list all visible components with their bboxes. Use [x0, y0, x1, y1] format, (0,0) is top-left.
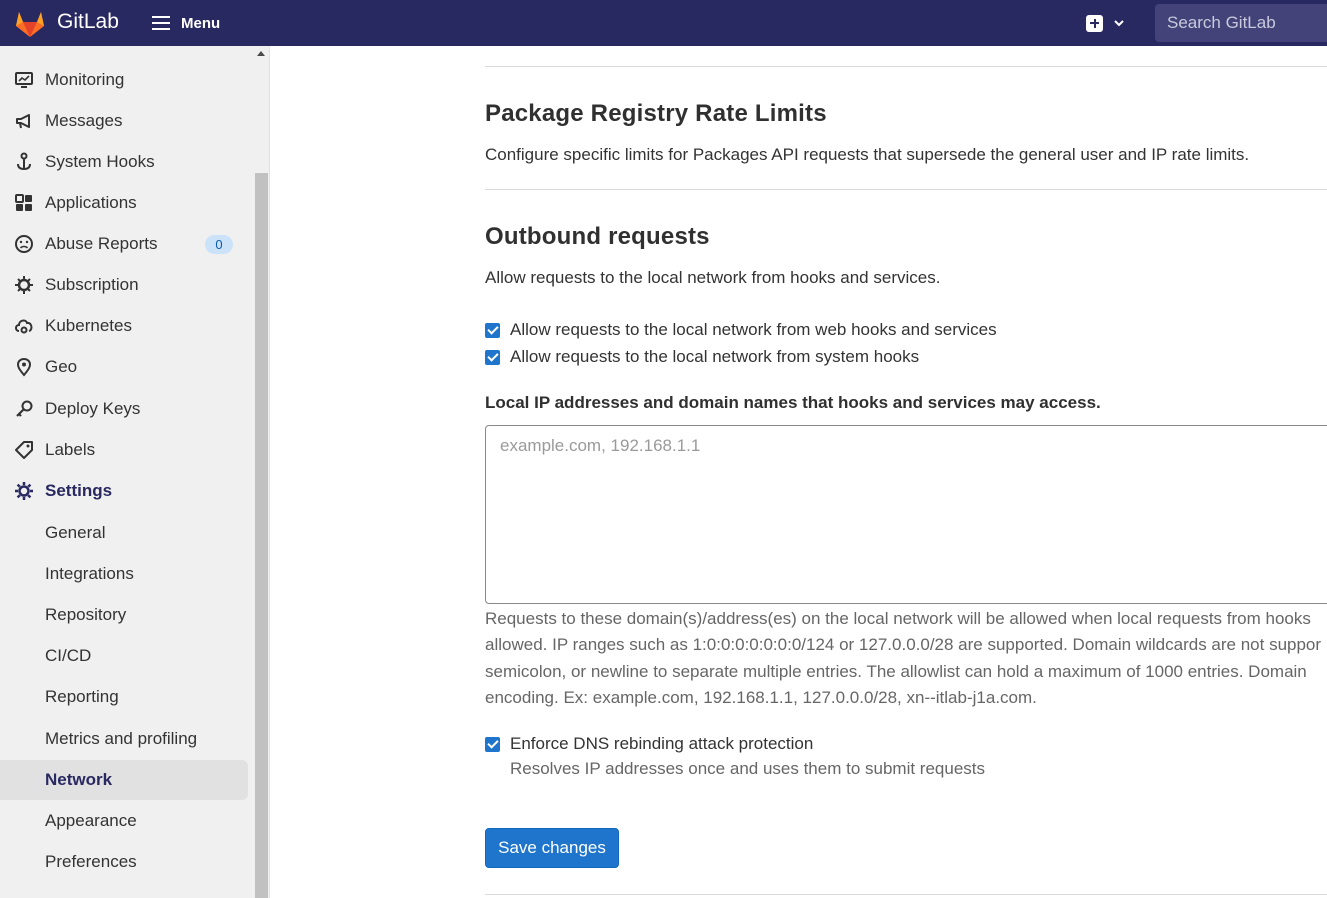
brand-name[interactable]: GitLab: [57, 10, 119, 34]
sidebar-subitem-ci-cd[interactable]: CI/CD: [0, 636, 248, 676]
sidebar-item-label: System Hooks: [45, 152, 155, 171]
allowlist-textarea[interactable]: example.com, 192.168.1.1: [485, 425, 1327, 604]
abuse-reports-count-badge: 0: [205, 235, 233, 254]
abuse-icon: [15, 235, 33, 253]
hook-icon: [17, 152, 31, 171]
package-registry-section-title[interactable]: Package Registry Rate Limits: [485, 100, 827, 128]
monitor-icon: [15, 72, 33, 88]
sidebar-item-label: Settings: [45, 481, 113, 500]
scroll-up-arrow-icon[interactable]: [257, 51, 265, 56]
sidebar-scrollbar[interactable]: [255, 173, 268, 898]
label-icon: [15, 441, 33, 459]
allow-web-hooks-local-requests-row: Allow requests to the local network from…: [485, 320, 997, 340]
section-divider: [485, 66, 1327, 67]
help-line: encoding. Ex: example.com, 192.168.1.1, …: [485, 687, 1037, 707]
sidebar-item-label: Messages: [45, 111, 123, 130]
sidebar-item-deploy-keys[interactable]: Deploy Keys: [0, 389, 248, 429]
help-line: Requests to these domain(s)/address(es) …: [485, 609, 1311, 628]
bullhorn-icon: [16, 114, 30, 129]
dns-rebinding-protection-checkbox[interactable]: [485, 736, 500, 752]
sidebar-subitem-network[interactable]: Network: [0, 760, 248, 800]
sidebar-subitem-preferences[interactable]: Preferences: [0, 842, 248, 882]
sidebar-subitem-label: Preferences: [45, 852, 137, 871]
section-divider: [485, 189, 1327, 190]
sidebar-subitem-label: CI/CD: [45, 646, 92, 665]
sidebar-subitem-label: Repository: [45, 605, 127, 624]
cloud-gear-icon: [15, 319, 33, 334]
sidebar-item-label: Subscription: [45, 275, 139, 294]
sidebar-item-abuse-reports[interactable]: Abuse Reports 0: [0, 224, 248, 264]
sidebar-item-label: Labels: [45, 440, 96, 459]
applications-icon: [15, 194, 32, 211]
sidebar-item-label: Geo: [45, 357, 78, 376]
dns-rebinding-protection-row: Enforce DNS rebinding attack protection: [485, 734, 813, 754]
sidebar-subitem-label: Reporting: [45, 687, 119, 706]
sidebar-item-kubernetes[interactable]: Kubernetes: [0, 306, 248, 346]
menu-button[interactable]: Menu: [152, 10, 220, 36]
search-input[interactable]: Search GitLab: [1155, 4, 1327, 42]
plus-square-icon: [1086, 14, 1103, 32]
chevron-down-icon: [1114, 20, 1124, 27]
sidebar-item-label: Applications: [45, 193, 137, 212]
settings-icon: [15, 482, 33, 500]
sidebar-subitem-reporting[interactable]: Reporting: [0, 677, 248, 717]
sidebar-subitem-label: General: [45, 523, 106, 542]
sidebar-subitem-integrations[interactable]: Integrations: [0, 554, 248, 594]
save-changes-button[interactable]: Save changes: [485, 828, 619, 868]
dns-rebinding-help-text: Resolves IP addresses once and uses them…: [510, 759, 985, 778]
sidebar-item-system-hooks[interactable]: System Hooks: [0, 142, 248, 182]
sidebar-item-label: Monitoring: [45, 70, 125, 89]
allow-system-hooks-local-requests-row: Allow requests to the local network from…: [485, 347, 919, 367]
hamburger-icon: [152, 16, 170, 30]
package-registry-description: Configure specific limits for Packages A…: [485, 145, 1250, 164]
sidebar-subitem-label: Appearance: [45, 811, 137, 830]
sidebar-item-settings[interactable]: Settings: [0, 471, 248, 511]
sidebar-item-label: Deploy Keys: [45, 399, 141, 418]
outbound-requests-description: Allow requests to the local network from…: [485, 268, 941, 287]
sidebar-item-messages[interactable]: Messages: [0, 101, 248, 141]
sidebar-subitem-metrics-and-profiling[interactable]: Metrics and profiling: [0, 719, 248, 759]
help-line: semicolon, or newline to separate multip…: [485, 661, 1307, 681]
new-item-dropdown-button[interactable]: [1086, 11, 1132, 35]
checkbox-label[interactable]: Allow requests to the local network from…: [510, 320, 997, 340]
gitlab-logo-icon[interactable]: [14, 8, 46, 38]
subscription-icon: [15, 276, 33, 294]
checkbox-label[interactable]: Enforce DNS rebinding attack protection: [510, 734, 813, 754]
sidebar: Monitoring Messages System Hooks Applica…: [0, 46, 270, 898]
sidebar-subitem-label: Integrations: [45, 564, 134, 583]
sidebar-subitem-repository[interactable]: Repository: [0, 595, 248, 635]
sidebar-item-monitoring[interactable]: Monitoring: [0, 60, 248, 100]
sidebar-item-label: Abuse Reports: [45, 234, 158, 253]
allow-web-hooks-local-requests-checkbox[interactable]: [485, 322, 500, 338]
help-line: allowed. IP ranges such as 1:0:0:0:0:0:0…: [485, 635, 1322, 655]
sidebar-subitem-appearance[interactable]: Appearance: [0, 801, 248, 841]
section-divider: [485, 894, 1327, 895]
sidebar-subitem-general[interactable]: General: [0, 513, 248, 553]
allowlist-field-label: Local IP addresses and domain names that…: [485, 393, 1101, 412]
sidebar-subitem-label: Metrics and profiling: [45, 729, 198, 748]
outbound-requests-section-title[interactable]: Outbound requests: [485, 223, 710, 251]
top-navbar: GitLab Menu Search GitLab: [0, 0, 1327, 46]
menu-label: Menu: [181, 14, 221, 32]
checkbox-label[interactable]: Allow requests to the local network from…: [510, 347, 919, 367]
sidebar-item-applications[interactable]: Applications: [0, 183, 248, 223]
allow-system-hooks-local-requests-checkbox[interactable]: [485, 349, 500, 365]
location-icon: [16, 357, 32, 377]
sidebar-item-geo[interactable]: Geo: [0, 347, 248, 387]
allowlist-help-text: Requests to these domain(s)/address(es) …: [485, 606, 1327, 711]
sidebar-item-labels[interactable]: Labels: [0, 430, 248, 470]
sidebar-item-subscription[interactable]: Subscription: [0, 265, 248, 305]
key-icon: [16, 400, 33, 417]
sidebar-item-label: Kubernetes: [45, 316, 132, 335]
sidebar-subitem-label: Network: [45, 770, 113, 789]
